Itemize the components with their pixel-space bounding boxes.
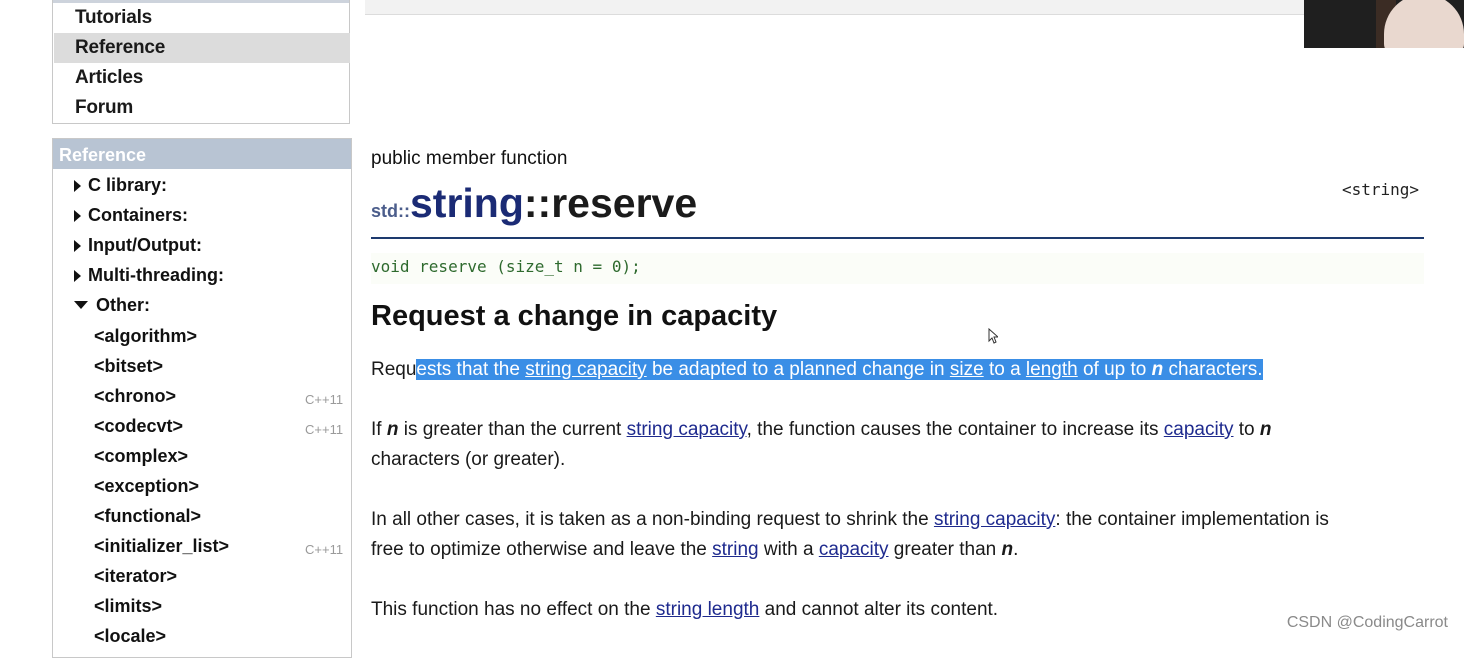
link-string-capacity[interactable]: string capacity — [627, 419, 747, 440]
text: characters. — [1163, 359, 1263, 380]
collapsed-arrow-icon — [74, 240, 81, 252]
sidebar-group-input-output[interactable]: Input/Output: — [74, 230, 202, 260]
prototype-text: void reserve (size_t n = 0); — [371, 257, 641, 276]
title-function: ::reserve — [523, 180, 698, 226]
link-string-capacity[interactable]: string capacity — [525, 359, 646, 380]
selected-text: ests that the string capacity be adapted… — [416, 359, 1263, 380]
sidebar-item-label: <initializer_list> — [94, 536, 230, 556]
sidebar-group-label: C library: — [88, 175, 168, 195]
sidebar-item-label: <limits> — [94, 596, 163, 616]
nav-tutorials[interactable]: Tutorials — [54, 3, 350, 33]
top-nav: Tutorials Reference Articles Forum — [52, 0, 350, 124]
text: , the function causes the container to i… — [746, 419, 1164, 440]
text: is greater than the current — [398, 419, 627, 440]
text: free to optimize otherwise and leave the — [371, 539, 713, 560]
sidebar-group-label: Input/Output: — [88, 235, 202, 255]
sidebar-item-label: <algorithm> — [94, 326, 198, 346]
text: Requ — [371, 359, 417, 380]
sidebar-group-containers[interactable]: Containers: — [74, 200, 188, 230]
sidebar-group-label: Containers: — [88, 205, 189, 225]
sidebar-group-other[interactable]: Other: — [74, 290, 150, 320]
text: to — [1233, 419, 1260, 440]
sidebar-item-chrono[interactable]: <chrono> — [94, 381, 176, 411]
top-bar — [365, 0, 1305, 15]
reference-sidebar: Reference C library: Containers: Input/O… — [52, 138, 352, 658]
sidebar-item-label: <codecvt> — [94, 416, 184, 436]
sidebar-item-bitset[interactable]: <bitset> — [94, 351, 163, 381]
param-n: n — [1259, 419, 1272, 440]
text: ests that the — [416, 359, 526, 380]
nav-forum[interactable]: Forum — [54, 93, 350, 123]
sidebar-item-label: <exception> — [94, 476, 200, 496]
param-n: n — [1001, 539, 1014, 560]
sidebar-item-label: <chrono> — [94, 386, 177, 406]
link-string[interactable]: string — [712, 539, 758, 560]
text: This function has no effect on the — [371, 599, 656, 620]
text: greater than — [888, 539, 1002, 560]
text: of up to — [1077, 359, 1152, 380]
sidebar-item-codecvt[interactable]: <codecvt> — [94, 411, 183, 441]
text: If — [371, 419, 387, 440]
cpp11-badge: C++11 — [305, 422, 344, 437]
section-heading: Request a change in capacity — [371, 300, 778, 332]
sidebar-item-limits[interactable]: <limits> — [94, 591, 162, 621]
text: to a — [983, 359, 1026, 380]
prototype: void reserve (size_t n = 0); — [371, 253, 1424, 284]
param-n: n — [386, 419, 399, 440]
text: characters (or greater). — [371, 449, 566, 470]
link-size[interactable]: size — [950, 359, 984, 380]
header-file: <string> — [1342, 180, 1420, 199]
watermark: CSDN @CodingCarrot — [1286, 614, 1448, 631]
paragraph-4: This function has no effect on the strin… — [371, 595, 1424, 625]
collapsed-arrow-icon — [74, 180, 81, 192]
sidebar-item-label: <iterator> — [94, 566, 178, 586]
sidebar-group-c-library[interactable]: C library: — [74, 170, 167, 200]
cpp11-badge: C++11 — [305, 542, 344, 557]
link-string-length[interactable]: string length — [656, 599, 760, 620]
paragraph-1: Requests that the string capacity be ada… — [371, 355, 1424, 385]
collapsed-arrow-icon — [74, 210, 81, 222]
sidebar-item-exception[interactable]: <exception> — [94, 471, 199, 501]
link-string-capacity[interactable]: string capacity — [934, 509, 1055, 530]
page-title: std::string::reserve — [371, 180, 697, 227]
text: be adapted to a planned change in — [646, 359, 950, 380]
text: . — [1013, 539, 1019, 560]
sidebar-item-label: <locale> — [94, 626, 167, 646]
text: In all other cases, it is taken as a non… — [371, 509, 934, 530]
sidebar-item-initializer-list[interactable]: <initializer_list> — [94, 531, 229, 561]
sidebar-item-iterator[interactable]: <iterator> — [94, 561, 177, 591]
sidebar-item-label: <functional> — [94, 506, 202, 526]
text: with a — [758, 539, 819, 560]
collapsed-arrow-icon — [74, 270, 81, 282]
link-length[interactable]: length — [1026, 359, 1078, 380]
webcam-face — [1384, 0, 1464, 48]
sidebar-heading: Reference — [53, 139, 351, 169]
title-class[interactable]: string — [410, 180, 524, 226]
webcam-overlay — [1304, 0, 1464, 48]
link-capacity[interactable]: capacity — [1164, 419, 1234, 440]
mouse-cursor-icon — [988, 328, 998, 344]
expanded-arrow-icon — [74, 301, 88, 309]
nav-reference[interactable]: Reference — [54, 33, 350, 63]
param-n: n — [1151, 359, 1164, 380]
paragraph-3: In all other cases, it is taken as a non… — [371, 505, 1424, 565]
sidebar-group-label: Other: — [96, 295, 150, 315]
sidebar-group-label: Multi-threading: — [88, 265, 224, 285]
text: and cannot alter its content. — [759, 599, 999, 620]
title-namespace: std:: — [371, 201, 410, 221]
sidebar-item-label: <bitset> — [94, 356, 164, 376]
sidebar-item-functional[interactable]: <functional> — [94, 501, 201, 531]
sidebar-item-algorithm[interactable]: <algorithm> — [94, 321, 197, 351]
sidebar-item-complex[interactable]: <complex> — [94, 441, 188, 471]
sidebar-item-locale[interactable]: <locale> — [94, 621, 166, 651]
cpp11-badge: C++11 — [305, 392, 344, 407]
nav-articles[interactable]: Articles — [54, 63, 350, 93]
text: : the container implementation is — [1055, 509, 1329, 530]
member-kind: public member function — [371, 148, 568, 169]
sidebar-item-label: <complex> — [94, 446, 189, 466]
sidebar-group-multi-threading[interactable]: Multi-threading: — [74, 260, 224, 290]
link-capacity[interactable]: capacity — [819, 539, 889, 560]
title-rule — [371, 237, 1424, 239]
paragraph-2: If n is greater than the current string … — [371, 415, 1424, 475]
